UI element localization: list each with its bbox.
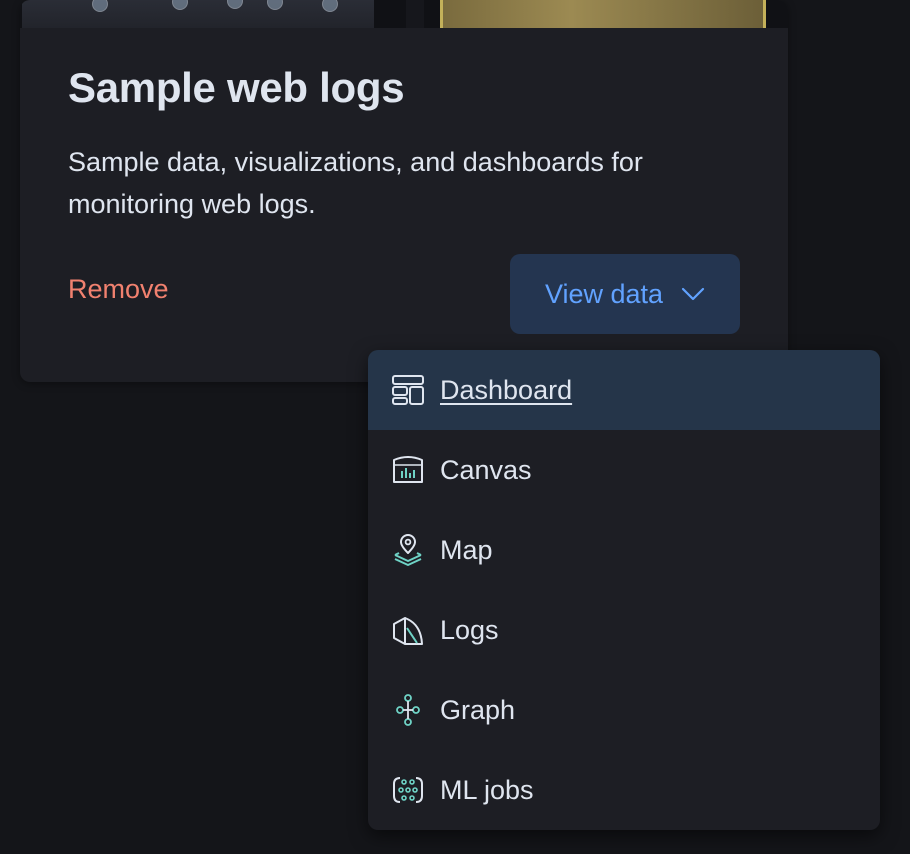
preview-image (20, 0, 788, 28)
menu-item-canvas[interactable]: Canvas (368, 430, 880, 510)
map-icon (390, 532, 426, 568)
view-data-menu: Dashboard Canvas Map Logs Graph ML jobs (368, 350, 880, 830)
menu-item-logs[interactable]: Logs (368, 590, 880, 670)
graph-icon (390, 692, 426, 728)
menu-item-ml-jobs[interactable]: ML jobs (368, 750, 880, 830)
menu-item-label: Dashboard (440, 374, 573, 405)
menu-item-label: Canvas (440, 454, 532, 485)
stage: Sample web logs Sample data, visualizati… (0, 0, 910, 854)
preview-canvas-thumbnail (440, 0, 766, 28)
menu-item-map[interactable]: Map (368, 510, 880, 590)
view-data-label: View data (544, 278, 664, 309)
chevron-down-icon (681, 287, 705, 301)
menu-item-label: Logs (440, 614, 499, 645)
preview-divider (406, 0, 424, 28)
remove-button[interactable]: Remove (68, 274, 169, 305)
card-description: Sample data, visualizations, and dashboa… (68, 147, 643, 219)
preview-dashboard-thumbnail (22, 0, 374, 28)
menu-item-label: Map (440, 534, 493, 565)
view-data-button[interactable]: View data (510, 254, 740, 334)
logs-icon (390, 612, 426, 648)
canvas-icon (390, 452, 426, 488)
menu-item-label: Graph (440, 694, 516, 725)
menu-item-graph[interactable]: Graph (368, 670, 880, 750)
sample-data-card: Sample web logs Sample data, visualizati… (20, 0, 788, 382)
menu-item-dashboard[interactable]: Dashboard (368, 350, 880, 430)
dashboard-icon (390, 372, 426, 408)
ml-jobs-icon (390, 772, 426, 808)
menu-item-label: ML jobs (440, 774, 534, 805)
card-title: Sample web logs (68, 64, 405, 111)
